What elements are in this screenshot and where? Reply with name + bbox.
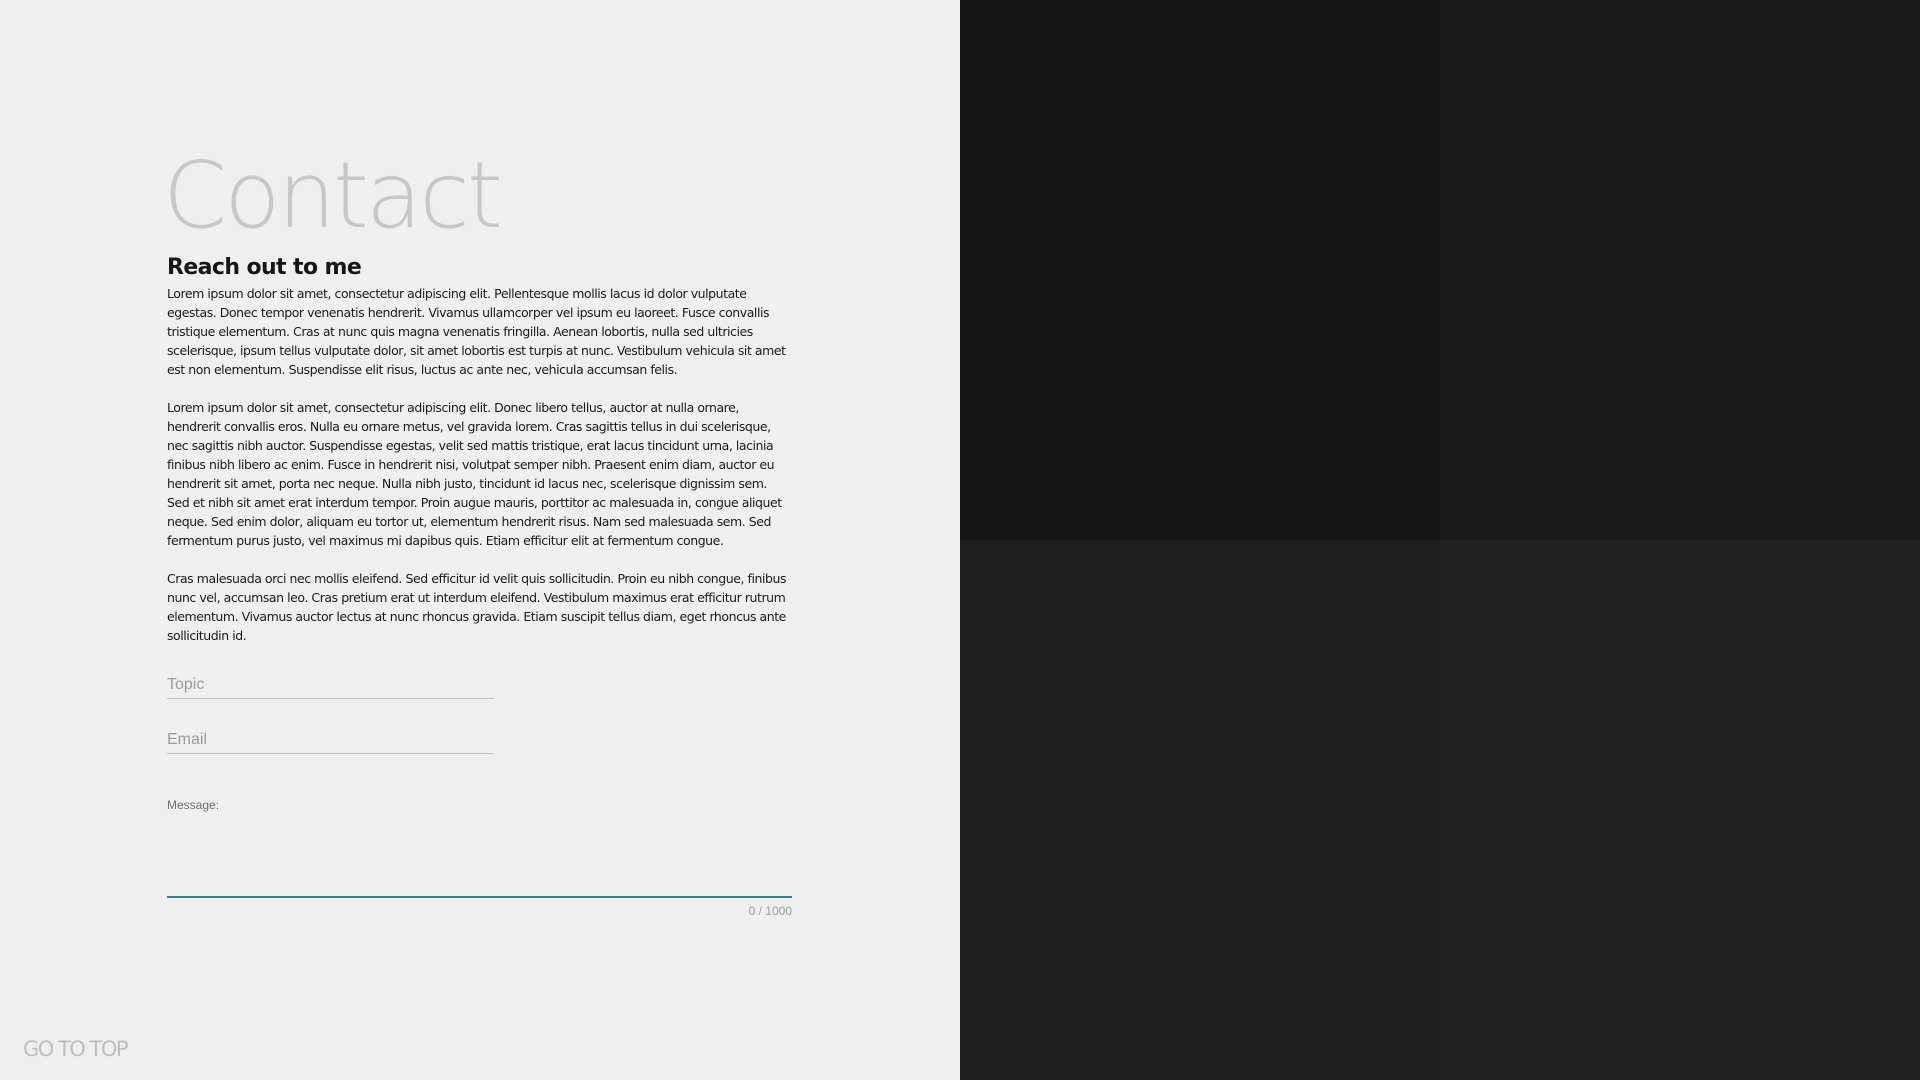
character-counter: 0 / 1000 [748, 904, 792, 919]
contact-content: Contact Reach out to me Lorem ipsum dolo… [163, 150, 792, 918]
image-tile [960, 540, 1440, 1080]
page-subtitle: Reach out to me [167, 255, 362, 280]
image-tile [1440, 0, 1920, 540]
intro-paragraph: Lorem ipsum dolor sit amet, consectetur … [167, 286, 786, 378]
image-tile [960, 0, 1440, 540]
topic-input[interactable] [167, 661, 494, 699]
page-title: Contact [163, 142, 503, 249]
go-to-top-link[interactable]: GO TO TOP [23, 1037, 129, 1061]
image-grid-panel [960, 0, 1920, 1080]
topic-field [167, 661, 494, 700]
message-block: Message: 0 / 1000 [167, 796, 792, 918]
email-input[interactable] [167, 716, 494, 754]
message-textarea[interactable] [167, 816, 792, 899]
contact-form: Message: 0 / 1000 [167, 661, 792, 918]
closing-paragraph: Cras malesuada orci nec mollis eleifend.… [167, 571, 787, 644]
left-panel: Contact Reach out to me Lorem ipsum dolo… [0, 0, 960, 1080]
email-field [167, 716, 494, 755]
message-label: Message: [167, 798, 220, 813]
body-paragraph: Lorem ipsum dolor sit amet, consectetur … [167, 400, 782, 549]
image-tile [1440, 540, 1920, 1080]
